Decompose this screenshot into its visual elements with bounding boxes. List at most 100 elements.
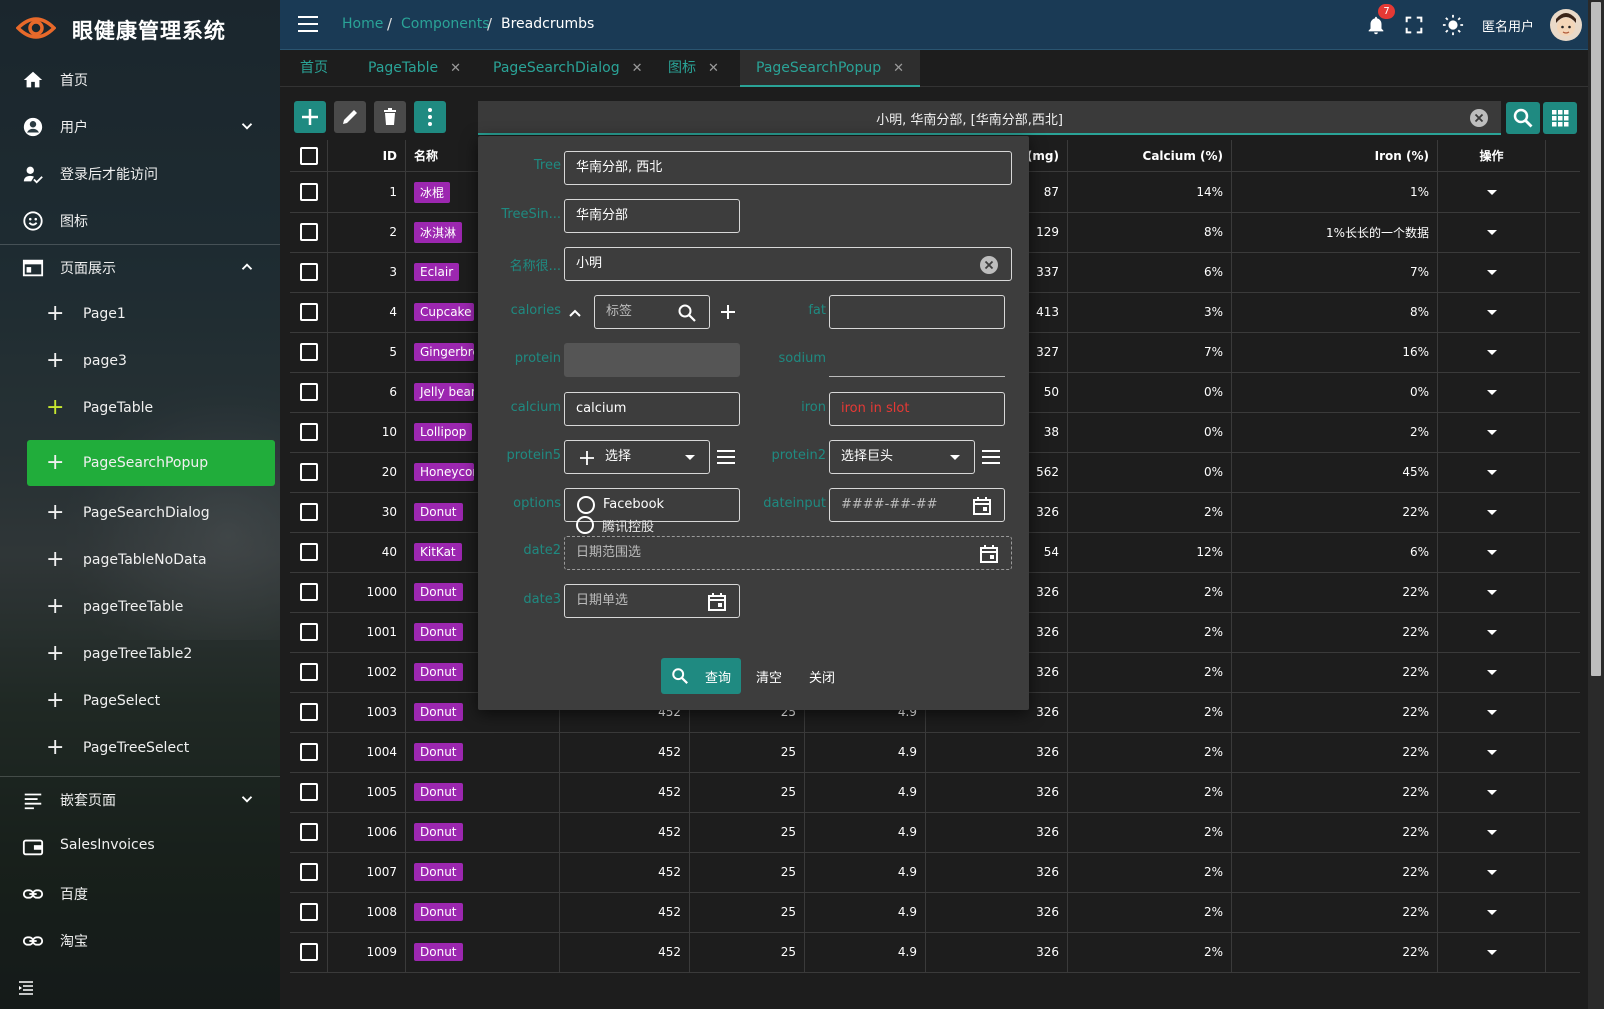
dropdown-arrow-icon[interactable] (1486, 829, 1497, 835)
table-cell[interactable] (1438, 772, 1546, 812)
delete-button[interactable] (374, 101, 406, 133)
close-icon[interactable]: ✕ (893, 61, 904, 76)
hamburger-menu-icon[interactable] (298, 15, 318, 33)
sidebar-subitem-pagesearchpopup[interactable]: + PageSearchPopup (27, 440, 275, 486)
table-cell[interactable] (1438, 532, 1546, 572)
dropdown-arrow-icon[interactable] (1486, 349, 1497, 355)
search-summary-input[interactable]: 小明, 华南分部, [华南分部,西北] (478, 101, 1501, 135)
user-name[interactable]: 匿名用户 (1482, 16, 1534, 35)
row-checkbox[interactable] (299, 223, 318, 241)
page-scrollbar[interactable] (1588, 0, 1604, 1009)
breadcrumb-components[interactable]: Components (401, 16, 490, 32)
row-checkbox[interactable] (299, 863, 318, 881)
dropdown-arrow-icon[interactable] (1486, 869, 1497, 875)
calendar-icon[interactable] (707, 592, 727, 612)
tab-icons[interactable]: 图标 ✕ (668, 50, 719, 87)
row-checkbox[interactable] (299, 543, 318, 561)
clear-button[interactable]: 清空 (756, 667, 782, 686)
table-cell[interactable] (1438, 492, 1546, 532)
search-button[interactable] (1506, 102, 1540, 134)
row-checkbox[interactable] (299, 343, 318, 361)
fullscreen-icon[interactable] (1403, 14, 1425, 36)
row-checkbox[interactable] (299, 943, 318, 961)
sidebar-subitem-pagetablenodata[interactable]: + pageTableNoData (0, 537, 280, 583)
date-input[interactable]: ####-##-## (829, 488, 1005, 522)
row-checkbox[interactable] (299, 783, 318, 801)
tab-pagesearchpopup[interactable]: PageSearchPopup ✕ (740, 50, 921, 87)
table-cell[interactable] (1438, 692, 1546, 732)
table-cell[interactable] (1438, 612, 1546, 652)
sidebar-subitem-pagetreeselect[interactable]: + PageTreeSelect (0, 725, 280, 771)
table-cell[interactable] (1438, 172, 1546, 212)
dropdown-arrow-icon[interactable] (1486, 629, 1497, 635)
dropdown-arrow-icon[interactable] (1486, 269, 1497, 275)
avatar[interactable] (1550, 9, 1582, 41)
sidebar-item-nested[interactable]: 嵌套页面 (0, 776, 280, 822)
sidebar-item-icons[interactable]: 图标 (0, 197, 280, 243)
calendar-icon[interactable] (979, 544, 999, 564)
scrollbar-thumb[interactable] (1591, 2, 1601, 676)
table-cell[interactable] (1438, 812, 1546, 852)
calcium-input[interactable]: calcium (564, 392, 740, 426)
sidebar-subitem-pageselect[interactable]: + PageSelect (0, 678, 280, 724)
tree-select[interactable]: 华南分部, 西北 (564, 151, 1012, 185)
sun-theme-icon[interactable] (1442, 14, 1464, 36)
row-checkbox[interactable] (299, 503, 318, 521)
table-cell[interactable] (1438, 292, 1546, 332)
sidebar-item-baidu[interactable]: 百度 (0, 870, 280, 916)
sidebar-item-users[interactable]: 用户 (0, 103, 280, 149)
dropdown-arrow-icon[interactable] (1486, 749, 1497, 755)
row-checkbox[interactable] (299, 623, 318, 641)
calories-tag-input[interactable]: 标签 (594, 295, 710, 329)
protein2-select[interactable]: 选择巨头 (829, 440, 975, 474)
table-row[interactable]: 1007 Donut 452 25 4.9 326 2% 22% (290, 852, 1580, 893)
table-cell[interactable] (1438, 932, 1546, 972)
close-icon[interactable]: ✕ (450, 61, 461, 76)
clear-circle-icon[interactable] (1469, 108, 1489, 128)
edit-button[interactable] (334, 101, 366, 133)
dropdown-arrow-icon[interactable] (1486, 389, 1497, 395)
clear-circle-icon[interactable] (979, 255, 999, 275)
dropdown-arrow-icon[interactable] (1486, 189, 1497, 195)
menu-lines-icon[interactable] (716, 447, 736, 467)
dropdown-arrow-icon[interactable] (1486, 669, 1497, 675)
dropdown-arrow-icon[interactable] (1486, 509, 1497, 515)
table-cell[interactable] (1438, 452, 1546, 492)
table-row[interactable]: 1009 Donut 452 25 4.9 326 2% 22% (290, 932, 1580, 973)
date-single-input[interactable]: 日期单选 (564, 584, 740, 618)
sidebar-subitem-page1[interactable]: + Page1 (0, 291, 280, 337)
sidebar-subitem-pagetable[interactable]: + PageTable (0, 385, 280, 431)
row-checkbox[interactable] (299, 423, 318, 441)
calendar-icon[interactable] (972, 496, 992, 516)
menu-lines-icon[interactable] (981, 447, 1001, 467)
table-cell[interactable] (1438, 252, 1546, 292)
table-cell[interactable] (1438, 892, 1546, 932)
radio-tencent[interactable] (576, 516, 594, 534)
tab-home[interactable]: 首页 (300, 50, 328, 87)
row-checkbox[interactable] (299, 583, 318, 601)
dropdown-arrow-icon[interactable] (1486, 949, 1497, 955)
close-icon[interactable]: ✕ (632, 61, 643, 76)
dropdown-arrow-icon[interactable] (1486, 429, 1497, 435)
row-checkbox[interactable] (299, 303, 318, 321)
sidebar-item-login-required[interactable]: 登录后才能访问 (0, 150, 280, 196)
row-checkbox[interactable] (299, 463, 318, 481)
tab-pagetable[interactable]: PageTable ✕ (368, 50, 461, 87)
sidebar-subitem-pagesearchdialog[interactable]: + PageSearchDialog (0, 490, 280, 536)
iron-input[interactable]: iron in slot (829, 392, 1005, 426)
close-button[interactable]: 关闭 (809, 667, 835, 686)
row-checkbox[interactable] (299, 703, 318, 721)
more-button[interactable] (414, 101, 446, 133)
protein5-select[interactable]: 选择 (564, 440, 710, 474)
table-cell[interactable] (1438, 852, 1546, 892)
row-checkbox[interactable] (299, 383, 318, 401)
sidebar-subitem-pagetreetable2[interactable]: + pageTreeTable2 (0, 631, 280, 677)
fat-input[interactable] (829, 295, 1005, 329)
sidebar-item-taobao[interactable]: 淘宝 (0, 917, 280, 963)
row-checkbox[interactable] (299, 823, 318, 841)
table-cell[interactable] (1438, 652, 1546, 692)
date-range-input[interactable]: 日期范围选 (564, 536, 1012, 570)
query-button[interactable]: 查询 (661, 658, 741, 694)
dropdown-arrow-icon[interactable] (1486, 789, 1497, 795)
collapse-menu-icon[interactable] (18, 980, 34, 996)
